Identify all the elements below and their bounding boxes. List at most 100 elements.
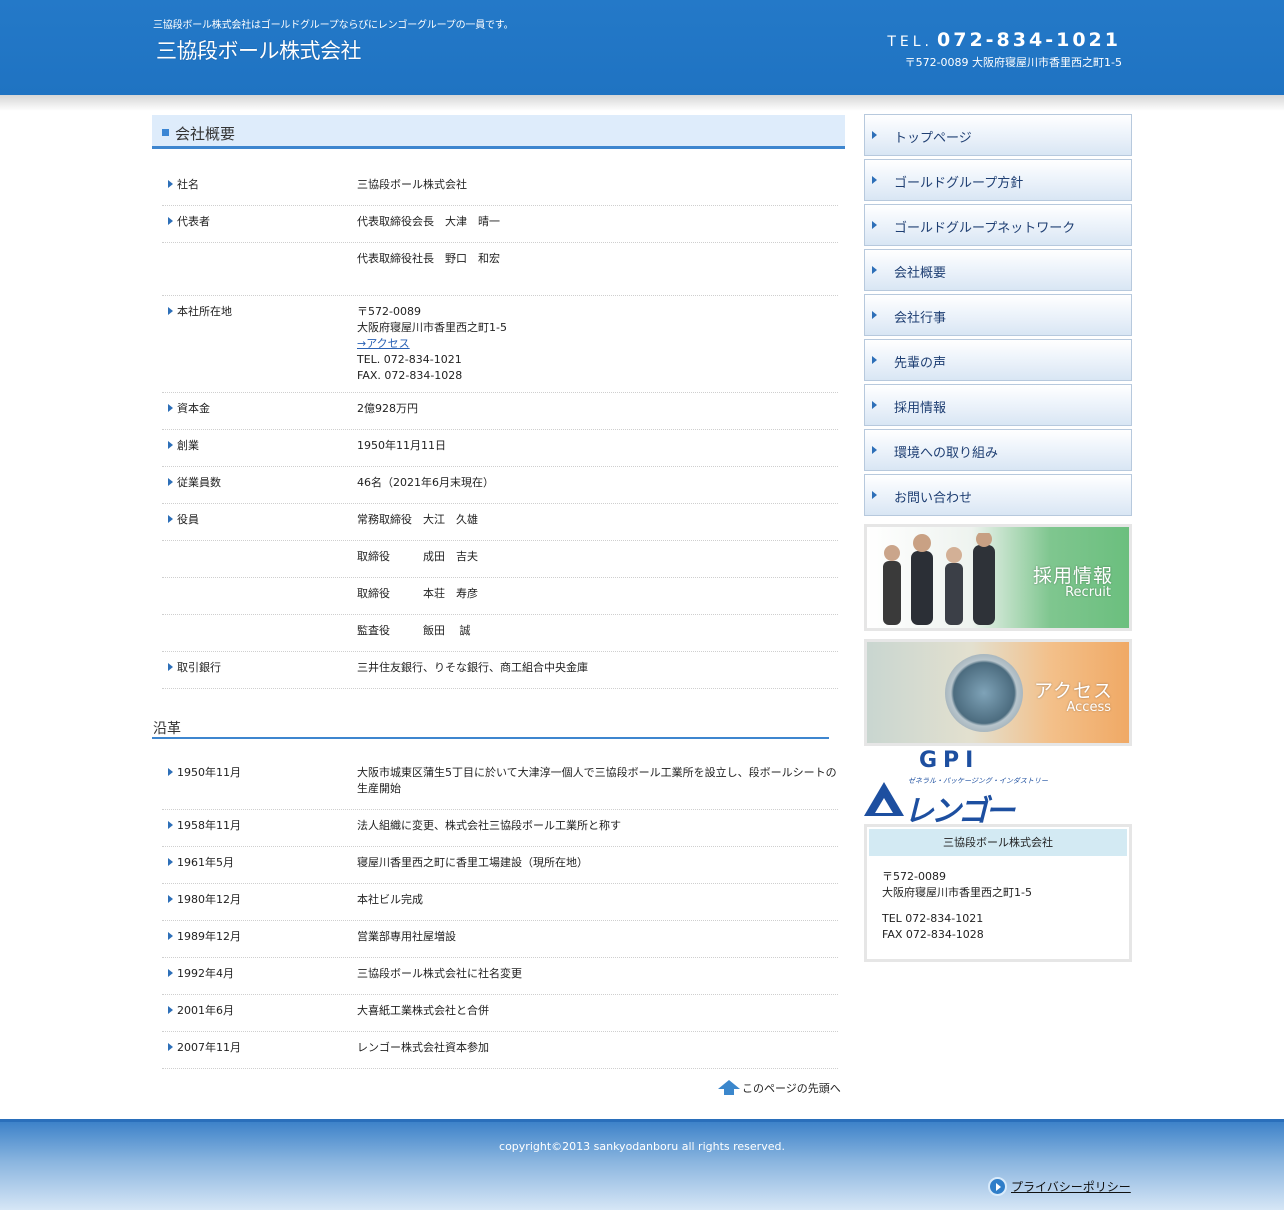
table-row: 本社所在地 〒572-0089 大阪府寝屋川市香里西之町1-5 →アクセス TE… (162, 296, 838, 393)
arrow-right-icon (168, 478, 173, 486)
row-value: 三井住友銀行、りそな銀行、商工組合中央金庫 (357, 661, 588, 674)
nav-item-recruit[interactable]: 採用情報 (864, 384, 1132, 426)
table-row: 社名 三協段ボール株式会社 (162, 169, 838, 206)
nav-item-label[interactable]: お問い合わせ (894, 487, 972, 506)
nav-item-voices[interactable]: 先輩の声 (864, 339, 1132, 381)
business-people-image (883, 533, 995, 625)
row-key: 1980年12月 (162, 892, 357, 912)
table-row: 従業員数 46名（2021年6月末現在） (162, 467, 838, 504)
table-row: 監査役 飯田 誠 (162, 615, 838, 652)
privacy-policy-link[interactable]: プライバシーポリシー (988, 1177, 1131, 1196)
table-row: 取引銀行 三井住友銀行、りそな銀行、商工組合中央金庫 (162, 652, 838, 689)
site-logo[interactable]: 三協段ボール株式会社 (156, 35, 362, 65)
tel-line: TEL. 072-834-1021 (357, 353, 462, 366)
arrow-right-icon (168, 1006, 173, 1014)
access-banner-title[interactable]: アクセス (1034, 676, 1113, 703)
header-tagline: 三協段ボール株式会社はゴールドグループならびにレンゴーグループの一員です。 (153, 20, 514, 31)
arrow-right-icon (168, 515, 173, 523)
table-row: 1958年11月 法人組織に変更、株式会社三協段ボール工業所と称す (162, 810, 838, 847)
row-value: 〒572-0089 大阪府寝屋川市香里西之町1-5 →アクセス TEL. 072… (357, 304, 838, 384)
arrow-right-icon (872, 176, 877, 184)
page-top-link[interactable]: このページの先頭へ (718, 1080, 841, 1096)
nav-item-company[interactable]: 会社概要 (864, 249, 1132, 291)
arrow-up-icon[interactable] (718, 1080, 740, 1096)
row-value: 常務取締役 大江 久雄 (357, 513, 478, 526)
page-title-bar: 会社概要 (152, 115, 845, 149)
arrow-right-icon (168, 217, 173, 225)
arrow-right-icon (872, 446, 877, 454)
arrow-right-icon (872, 491, 877, 499)
row-key-label: 役員 (177, 513, 199, 526)
arrow-right-icon (872, 131, 877, 139)
circle-arrow-icon[interactable] (988, 1177, 1007, 1196)
recruit-banner-title[interactable]: 採用情報 (1033, 561, 1113, 588)
company-box-fax: FAX 072-834-1028 (882, 928, 984, 941)
row-value: 営業部専用社屋増設 (357, 930, 456, 943)
row-key-label: 2007年11月 (177, 1041, 241, 1054)
row-key (162, 623, 357, 643)
row-key: 代表者 (162, 214, 357, 234)
site-footer: copyright©2013 sankyodanboru all rights … (0, 1119, 1284, 1210)
access-banner[interactable]: アクセス Access (864, 639, 1132, 746)
nav-item-label[interactable]: ゴールドグループネットワーク (894, 217, 1075, 236)
arrow-right-icon (168, 180, 173, 188)
nav-item-contact[interactable]: お問い合わせ (864, 474, 1132, 516)
recruit-banner[interactable]: 採用情報 Recruit (864, 524, 1132, 631)
table-row: 取締役 成田 吉夫 (162, 541, 838, 578)
row-key: 2007年11月 (162, 1040, 357, 1060)
arrow-right-icon (168, 895, 173, 903)
nav-item-label[interactable]: ゴールドグループ方針 (894, 172, 1023, 191)
row-key: 社名 (162, 177, 357, 197)
arrow-right-icon (872, 266, 877, 274)
row-value: 46名（2021年6月末現在） (357, 476, 494, 489)
page-top-label[interactable]: このページの先頭へ (742, 1080, 841, 1096)
row-value: 2億928万円 (357, 402, 418, 415)
row-key: 創業 (162, 438, 357, 458)
header-address: 〒572-0089 大阪府寝屋川市香里西之町1-5 (904, 56, 1122, 69)
nav-item-label[interactable]: 採用情報 (894, 397, 946, 416)
table-row: 役員 常務取締役 大江 久雄 (162, 504, 838, 541)
table-row: 1980年12月 本社ビル完成 (162, 884, 838, 921)
row-key: 1950年11月 (162, 765, 357, 801)
row-key-label: 資本金 (177, 402, 210, 415)
postal-code: 〒572-0089 (357, 305, 421, 318)
company-info-table: 社名 三協段ボール株式会社 代表者 代表取締役会長 大津 晴一 代表取締役社長 … (162, 169, 838, 689)
row-key-label: 1989年12月 (177, 930, 241, 943)
nav-item-top[interactable]: トップページ (864, 114, 1132, 156)
tel-number: 072-834-1021 (937, 29, 1121, 51)
row-key-label: 1980年12月 (177, 893, 241, 906)
arrow-right-icon (168, 932, 173, 940)
row-key (162, 549, 357, 569)
row-key-label: 代表者 (177, 215, 210, 228)
gpi-rengo-logo[interactable]: GPI ゼネラル・パッケージング・インダストリー レンゴー (864, 748, 1048, 829)
nav-item-label[interactable]: 会社概要 (894, 262, 946, 281)
nav-item-gold-network[interactable]: ゴールドグループネットワーク (864, 204, 1132, 246)
row-value: 本社ビル完成 (357, 893, 423, 906)
nav-item-label[interactable]: 環境への取り組み (894, 442, 998, 461)
row-key: 1989年12月 (162, 929, 357, 949)
company-box-tel: TEL 072-834-1021 (882, 912, 984, 925)
table-row: 創業 1950年11月11日 (162, 430, 838, 467)
gpi-logo-text: GPI (919, 748, 980, 773)
access-banner-sub[interactable]: Access (1066, 700, 1111, 715)
history-table: 1950年11月 大阪市城東区蒲生5丁目に於いて大津淳一個人で三協段ボール工業所… (162, 757, 838, 1069)
nav-item-label[interactable]: 先輩の声 (894, 352, 946, 371)
nav-item-events[interactable]: 会社行事 (864, 294, 1132, 336)
row-key-label: 従業員数 (177, 476, 221, 489)
nav-item-environment[interactable]: 環境への取り組み (864, 429, 1132, 471)
row-key: 本社所在地 (162, 304, 357, 384)
nav-item-label[interactable]: 会社行事 (894, 307, 946, 326)
table-row: 2001年6月 大喜紙工業株式会社と合併 (162, 995, 838, 1032)
row-key-label: 取引銀行 (177, 661, 221, 674)
row-value: 代表取締役会長 大津 晴一 (357, 215, 500, 228)
arrow-right-icon (872, 311, 877, 319)
history-heading: 沿革 (152, 717, 829, 739)
privacy-policy-label[interactable]: プライバシーポリシー (1011, 1178, 1131, 1195)
nav-item-gold-policy[interactable]: ゴールドグループ方針 (864, 159, 1132, 201)
access-link[interactable]: →アクセス (357, 337, 410, 350)
nav-item-label[interactable]: トップページ (894, 127, 972, 146)
rengo-triangle-inner (875, 798, 893, 813)
recruit-banner-sub[interactable]: Recruit (1065, 585, 1111, 600)
row-value: 大阪市城東区蒲生5丁目に於いて大津淳一個人で三協段ボール工業所を設立し、段ボール… (357, 766, 837, 795)
address-line: 大阪府寝屋川市香里西之町1-5 (357, 321, 507, 334)
